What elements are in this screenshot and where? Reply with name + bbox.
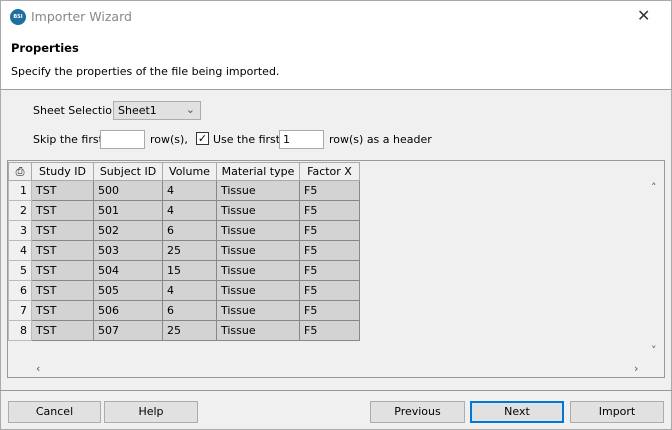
table-row[interactable]: 6 TST 505 4 Tissue F5 — [8, 280, 360, 301]
row-number[interactable]: 4 — [8, 240, 32, 261]
table-row[interactable]: 7 TST 506 6 Tissue F5 — [8, 300, 360, 321]
previous-button[interactable]: Previous — [370, 401, 465, 423]
table-cell[interactable]: F5 — [299, 220, 360, 241]
corner-icon[interactable]: ⎙ — [8, 162, 32, 181]
table-cell[interactable]: 6 — [162, 300, 217, 321]
table-row[interactable]: 4 TST 503 25 Tissue F5 — [8, 240, 360, 261]
table-cell[interactable]: Tissue — [216, 240, 300, 261]
table-row[interactable]: 8 TST 507 25 Tissue F5 — [8, 320, 360, 341]
row-number[interactable]: 2 — [8, 200, 32, 221]
table-cell[interactable]: Tissue — [216, 200, 300, 221]
table-cell[interactable]: 500 — [93, 180, 163, 201]
next-button[interactable]: Next — [470, 401, 564, 423]
table-cell[interactable]: 504 — [93, 260, 163, 281]
table-cell[interactable]: 6 — [162, 220, 217, 241]
table-cell[interactable]: 15 — [162, 260, 217, 281]
use-header-checkbox[interactable]: ✓ — [196, 132, 209, 145]
table-cell[interactable]: 4 — [162, 200, 217, 221]
sheet-selection-label: Sheet Selection — [33, 104, 119, 117]
table-cell[interactable]: F5 — [299, 280, 360, 301]
column-header[interactable]: Subject ID — [93, 162, 163, 181]
table-cell[interactable]: 507 — [93, 320, 163, 341]
import-button[interactable]: Import — [570, 401, 664, 423]
table-cell[interactable]: TST — [31, 300, 94, 321]
row-number[interactable]: 1 — [8, 180, 32, 201]
column-header[interactable]: Volume — [162, 162, 217, 181]
row-number[interactable]: 7 — [8, 300, 32, 321]
table-cell[interactable]: Tissue — [216, 300, 300, 321]
column-header[interactable]: Study ID — [31, 162, 94, 181]
wizard-header: Properties Specify the properties of the… — [0, 32, 672, 90]
column-header[interactable]: Factor X — [299, 162, 360, 181]
table-cell[interactable]: Tissue — [216, 280, 300, 301]
table-cell[interactable]: 25 — [162, 240, 217, 261]
page-description: Specify the properties of the file being… — [11, 65, 280, 78]
table-cell[interactable]: 4 — [162, 280, 217, 301]
table-cell[interactable]: TST — [31, 200, 94, 221]
data-grid: ⎙ Study ID Subject ID Volume Material ty… — [7, 160, 665, 378]
table-cell[interactable]: Tissue — [216, 180, 300, 201]
title-bar: BSI Importer Wizard ✕ — [0, 0, 672, 32]
table-cell[interactable]: Tissue — [216, 220, 300, 241]
app-logo-icon: BSI — [10, 9, 26, 25]
page-title: Properties — [11, 41, 79, 55]
row-number[interactable]: 3 — [8, 220, 32, 241]
table-cell[interactable]: 505 — [93, 280, 163, 301]
window-title: Importer Wizard — [31, 9, 132, 24]
sheet-selection-value: Sheet1 — [118, 104, 157, 117]
table-row[interactable]: 1 TST 500 4 Tissue F5 — [8, 180, 360, 201]
scroll-left-icon[interactable]: ‹ — [36, 362, 40, 375]
table-cell[interactable]: 501 — [93, 200, 163, 221]
use-header-label: Use the first — [213, 133, 281, 146]
skip-suffix: row(s), — [150, 133, 188, 146]
skip-rows-input[interactable] — [100, 130, 145, 149]
column-header[interactable]: Material type — [216, 162, 300, 181]
table-cell[interactable]: F5 — [299, 180, 360, 201]
table-cell[interactable]: TST — [31, 280, 94, 301]
row-number[interactable]: 8 — [8, 320, 32, 341]
preview-table: ⎙ Study ID Subject ID Volume Material ty… — [8, 162, 360, 341]
header-rows-suffix: row(s) as a header — [329, 133, 432, 146]
table-cell[interactable]: Tissue — [216, 260, 300, 281]
sheet-selection-dropdown[interactable]: Sheet1 ⌄ — [113, 101, 201, 120]
table-cell[interactable]: TST — [31, 240, 94, 261]
table-cell[interactable]: TST — [31, 260, 94, 281]
row-number[interactable]: 5 — [8, 260, 32, 281]
divider — [0, 390, 672, 391]
skip-label: Skip the first — [33, 133, 103, 146]
table-row[interactable]: 3 TST 502 6 Tissue F5 — [8, 220, 360, 241]
table-row[interactable]: 5 TST 504 15 Tissue F5 — [8, 260, 360, 281]
table-cell[interactable]: F5 — [299, 300, 360, 321]
table-cell[interactable]: TST — [31, 220, 94, 241]
table-cell[interactable]: 502 — [93, 220, 163, 241]
table-cell[interactable]: 506 — [93, 300, 163, 321]
table-cell[interactable]: F5 — [299, 260, 360, 281]
table-cell[interactable]: TST — [31, 180, 94, 201]
chevron-down-icon: ⌄ — [185, 103, 195, 116]
header-rows-input[interactable]: 1 — [279, 130, 324, 149]
table-cell[interactable]: 25 — [162, 320, 217, 341]
table-cell[interactable]: Tissue — [216, 320, 300, 341]
table-cell[interactable]: TST — [31, 320, 94, 341]
row-number[interactable]: 6 — [8, 280, 32, 301]
scroll-up-icon[interactable]: ˄ — [651, 181, 657, 194]
table-row[interactable]: 2 TST 501 4 Tissue F5 — [8, 200, 360, 221]
scroll-right-icon[interactable]: › — [634, 362, 638, 375]
table-cell[interactable]: F5 — [299, 320, 360, 341]
table-cell[interactable]: 503 — [93, 240, 163, 261]
table-cell[interactable]: F5 — [299, 240, 360, 261]
scroll-down-icon[interactable]: ˅ — [651, 344, 657, 357]
table-cell[interactable]: F5 — [299, 200, 360, 221]
table-cell[interactable]: 4 — [162, 180, 217, 201]
cancel-button[interactable]: Cancel — [8, 401, 101, 423]
close-icon[interactable]: ✕ — [637, 6, 650, 25]
help-button[interactable]: Help — [104, 401, 198, 423]
